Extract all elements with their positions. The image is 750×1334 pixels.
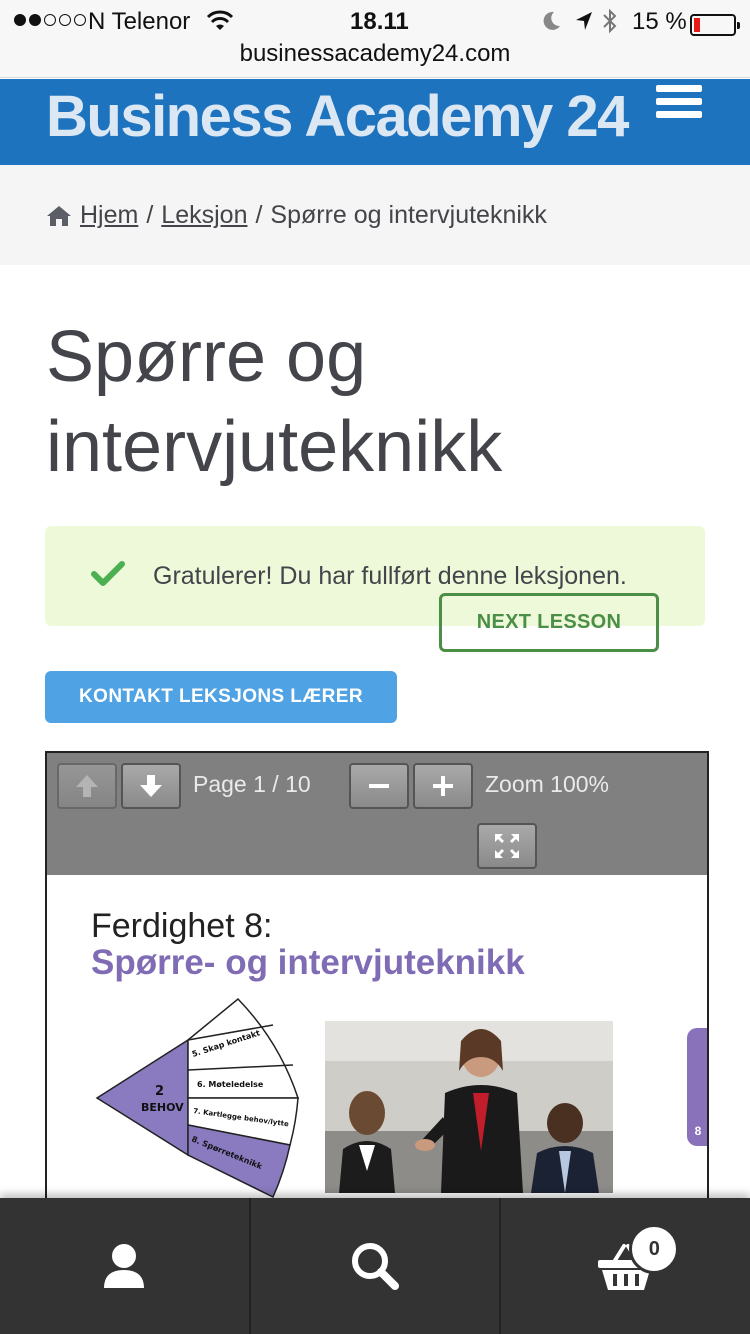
account-nav-button[interactable]	[0, 1198, 251, 1334]
breadcrumb-separator: /	[255, 201, 263, 229]
status-bar: N Telenor 18.11 15 % businessacademy24.c…	[0, 0, 750, 78]
search-nav-button[interactable]	[251, 1198, 502, 1334]
search-icon	[352, 1243, 399, 1290]
page-title: Spørre og intervjuteknikk	[46, 317, 503, 487]
breadcrumb-current: Spørre og intervjuteknikk	[270, 201, 547, 229]
cart-nav-button[interactable]: 0	[501, 1198, 750, 1334]
wheel-center-label: BEHOV	[141, 1101, 184, 1114]
zoom-in-button[interactable]	[413, 763, 473, 809]
battery-icon	[690, 14, 740, 36]
wheel-center-number: 2	[155, 1084, 164, 1099]
pdf-page: Ferdighet 8: Spørre- og intervjuteknikk …	[47, 875, 707, 1209]
page-indicator: Page 1 / 10	[193, 771, 311, 797]
contact-teacher-button[interactable]: KONTAKT LEKSJONS LÆRER	[45, 671, 397, 723]
clock: 18.11	[350, 8, 409, 35]
bluetooth-icon	[603, 8, 617, 34]
carrier-name: N Telenor	[88, 8, 191, 35]
zoom-out-button[interactable]	[349, 763, 409, 809]
slide-heading: Ferdighet 8:	[91, 907, 273, 945]
cart-count-badge: 0	[629, 1224, 680, 1274]
pdf-toolbar: Page 1 / 10 Zoom 100%	[47, 753, 707, 875]
home-icon	[47, 205, 71, 226]
url-bar[interactable]: businessacademy24.com	[0, 40, 750, 68]
chapter-side-tab: 8	[687, 1028, 707, 1146]
user-icon	[104, 1244, 145, 1288]
moon-icon	[543, 11, 560, 30]
skills-wheel-diagram: 2 BEHOV 5. Skap kontakt 6. Møteledelse 7…	[95, 997, 300, 1199]
bottom-navigation: 0	[0, 1198, 750, 1334]
fullscreen-button[interactable]	[477, 823, 537, 869]
wifi-icon	[206, 10, 234, 30]
breadcrumb-home-link[interactable]: Hjem	[80, 201, 138, 230]
location-arrow-icon	[576, 12, 592, 30]
completion-message: Gratulerer! Du har fullført denne leksjo…	[153, 562, 627, 590]
signal-strength-icon	[14, 14, 86, 26]
wheel-segment-label: 6. Møteledelse	[197, 1080, 264, 1089]
fullscreen-icon	[495, 834, 519, 858]
plus-icon	[433, 776, 453, 796]
checkmark-icon	[91, 561, 125, 586]
previous-page-button[interactable]	[57, 763, 117, 809]
breadcrumb-lesson-link[interactable]: Leksjon	[161, 201, 247, 230]
zoom-indicator: Zoom 100%	[485, 771, 610, 797]
breadcrumb: Hjem / Leksjon / Spørre og intervjutekni…	[0, 165, 750, 265]
slide-subheading: Spørre- og intervjuteknikk	[91, 943, 525, 982]
pdf-viewer: Page 1 / 10 Zoom 100% Ferdighet 8: Spørr…	[45, 751, 709, 1211]
breadcrumb-separator: /	[146, 201, 154, 229]
site-title[interactable]: Business Academy 24	[46, 83, 629, 150]
hamburger-menu-icon[interactable]	[656, 85, 702, 121]
site-header: Business Academy 24	[0, 79, 750, 165]
business-people-photo	[325, 1021, 613, 1193]
arrow-down-icon	[140, 775, 162, 797]
arrow-up-icon	[76, 775, 98, 797]
next-lesson-button[interactable]: NEXT LESSON	[439, 593, 659, 652]
battery-percent: 15 %	[632, 8, 687, 35]
minus-icon	[369, 784, 389, 788]
next-page-button[interactable]	[121, 763, 181, 809]
